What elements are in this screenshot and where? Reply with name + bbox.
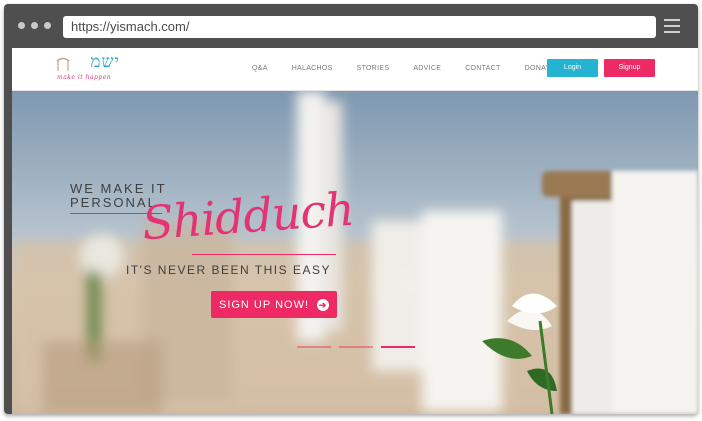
- signup-button[interactable]: Signup: [604, 59, 655, 77]
- window-dot-maximize[interactable]: [44, 22, 51, 29]
- slide-indicator-3[interactable]: [381, 346, 415, 348]
- nav-link-advice[interactable]: ADVICE: [413, 65, 441, 72]
- cta-label: SIGN UP NOW!: [218, 298, 310, 311]
- slide-indicator-2[interactable]: [339, 346, 373, 348]
- window-dot-minimize[interactable]: [31, 22, 38, 29]
- hero-tagline-line1: WE MAKE IT: [70, 181, 167, 196]
- web-page: ישמ make it happen Q&A HALACHOS STORIES …: [12, 48, 698, 414]
- slide-indicator-1[interactable]: [297, 346, 331, 348]
- site-logo[interactable]: ישמ make it happen: [54, 52, 120, 86]
- login-button[interactable]: Login: [547, 59, 598, 77]
- window-controls: [18, 22, 51, 29]
- address-url: https://yismach.com/: [71, 19, 190, 34]
- hero-background-image: [12, 91, 698, 414]
- nav-link-halachos[interactable]: HALACHOS: [292, 65, 333, 72]
- logo-tagline: make it happen: [57, 74, 112, 81]
- logo-hebrew-text: ישמ: [90, 52, 120, 72]
- nav-links: Q&A HALACHOS STORIES ADVICE CONTACT DONA…: [252, 65, 579, 72]
- browser-window: https://yismach.com/ ישמ make it happen …: [4, 4, 698, 414]
- chuppah-icon: [56, 57, 70, 71]
- hamburger-menu-icon[interactable]: [664, 19, 680, 33]
- sign-up-now-button[interactable]: SIGN UP NOW! ➜: [211, 291, 337, 318]
- nav-link-qa[interactable]: Q&A: [252, 65, 268, 72]
- arrow-right-circle-icon: ➜: [317, 298, 330, 311]
- hero-banner: WE MAKE IT PERSONAL Shidduch IT'S NEVER …: [12, 91, 698, 414]
- slide-indicators: [297, 346, 415, 348]
- site-navbar: ישמ make it happen Q&A HALACHOS STORIES …: [12, 48, 698, 91]
- nav-link-contact[interactable]: CONTACT: [465, 65, 500, 72]
- hero-script-underline: [192, 254, 336, 255]
- hero-subtitle: IT'S NEVER BEEN THIS EASY: [126, 263, 331, 277]
- window-dot-close[interactable]: [18, 22, 25, 29]
- nav-link-stories[interactable]: STORIES: [357, 65, 390, 72]
- address-bar[interactable]: https://yismach.com/: [63, 16, 656, 38]
